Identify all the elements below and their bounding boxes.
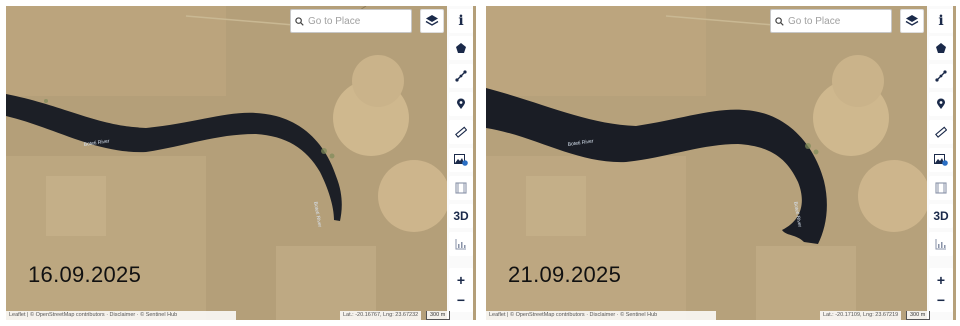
tool-sidebar: i 3D + −: [447, 6, 473, 320]
ruler-button[interactable]: [449, 120, 473, 144]
date-label: 16.09.2025: [28, 262, 142, 287]
film-icon: [935, 182, 947, 194]
map-attribution[interactable]: Leaflet | © OpenStreetMap contributors ·…: [486, 311, 716, 320]
layers-button[interactable]: [900, 9, 924, 33]
ruler-icon: [935, 126, 947, 138]
info-button[interactable]: i: [929, 9, 953, 33]
zoom-out-button[interactable]: −: [929, 288, 953, 312]
search-icon: [775, 16, 784, 26]
3d-button[interactable]: 3D: [929, 204, 953, 228]
info-button[interactable]: i: [449, 9, 473, 33]
polygon-button[interactable]: [449, 36, 473, 60]
timelapse-button[interactable]: [929, 176, 953, 200]
marker-icon: [457, 98, 465, 109]
film-icon: [455, 182, 467, 194]
image-download-button[interactable]: [929, 148, 953, 172]
line-button[interactable]: [929, 64, 953, 88]
tool-sidebar: i 3D + −: [927, 6, 953, 320]
layers-icon: [905, 15, 919, 26]
ruler-button[interactable]: [929, 120, 953, 144]
marker-button[interactable]: [929, 92, 953, 116]
image-download-icon: [454, 154, 468, 166]
timelapse-button[interactable]: [449, 176, 473, 200]
zoom-out-button[interactable]: −: [449, 288, 473, 312]
image-download-icon: [934, 154, 948, 166]
map-panel-right[interactable]: Boteti River Boteti River Go to Place i …: [486, 6, 956, 320]
search-box[interactable]: Go to Place: [290, 9, 412, 33]
date-label: 21.09.2025: [508, 262, 622, 287]
chart-button[interactable]: [929, 232, 953, 256]
marker-button[interactable]: [449, 92, 473, 116]
search-input[interactable]: Go to Place: [308, 16, 360, 27]
ruler-icon: [455, 126, 467, 138]
search-box[interactable]: Go to Place: [770, 9, 892, 33]
coordinate-readout: Lat.: -20.17109, Lng: 23.67219: [820, 311, 902, 320]
line-icon: [455, 70, 467, 82]
image-download-button[interactable]: [449, 148, 473, 172]
3d-button[interactable]: 3D: [449, 204, 473, 228]
search-input[interactable]: Go to Place: [788, 16, 840, 27]
layers-button[interactable]: [420, 9, 444, 33]
marker-icon: [937, 98, 945, 109]
chart-icon: [935, 239, 946, 250]
map-attribution[interactable]: Leaflet | © OpenStreetMap contributors ·…: [6, 311, 236, 320]
layers-icon: [425, 15, 439, 26]
scale-bar: 300 m: [426, 311, 450, 320]
polygon-icon: [936, 43, 946, 53]
chart-icon: [455, 239, 466, 250]
line-icon: [935, 70, 947, 82]
chart-button[interactable]: [449, 232, 473, 256]
map-panel-left[interactable]: Boteti River Boteti River Go to Place i …: [6, 6, 476, 320]
line-button[interactable]: [449, 64, 473, 88]
search-icon: [295, 16, 304, 26]
polygon-button[interactable]: [929, 36, 953, 60]
panel-divider: [478, 0, 484, 326]
coordinate-readout: Lat.: -20.16767, Lng: 23.67232: [340, 311, 422, 320]
polygon-icon: [456, 43, 466, 53]
scale-bar: 300 m: [906, 311, 930, 320]
